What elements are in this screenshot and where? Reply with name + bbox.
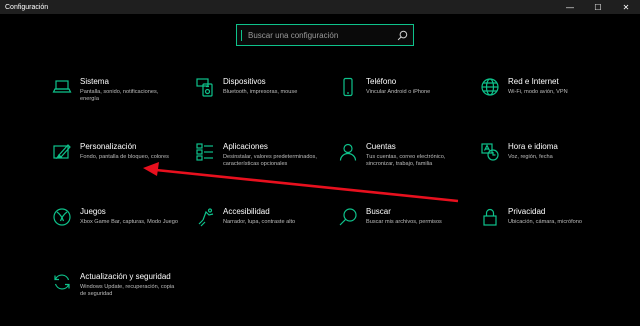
setting-red-e-internet[interactable]: Red e Internet Wi-Fi, modo avión, VPN bbox=[480, 77, 630, 97]
window-controls: — ☐ ✕ bbox=[556, 0, 640, 14]
item-description: Ubicación, cámara, micrófono bbox=[508, 219, 582, 225]
item-description: Bluetooth, impresoras, mouse bbox=[223, 89, 298, 95]
search-icon[interactable] bbox=[391, 25, 413, 45]
item-description: Buscar mis archivos, permisos bbox=[366, 219, 442, 225]
title-bar: Configuración — ☐ ✕ bbox=[0, 0, 640, 14]
item-title: Dispositivos bbox=[223, 77, 266, 86]
devices-icon bbox=[195, 77, 215, 97]
time-language-icon bbox=[480, 142, 500, 162]
item-title: Red e Internet bbox=[508, 77, 559, 86]
item-title: Personalización bbox=[80, 142, 137, 151]
item-title: Accesibilidad bbox=[223, 207, 270, 216]
setting-cuentas[interactable]: Cuentas Tus cuentas, correo electrónico,… bbox=[338, 142, 488, 168]
item-title: Teléfono bbox=[366, 77, 397, 86]
item-title: Actualización y seguridad bbox=[80, 272, 171, 281]
setting-dispositivos[interactable]: Dispositivos Bluetooth, impresoras, mous… bbox=[195, 77, 345, 97]
setting-hora-e-idioma[interactable]: Hora e idioma Voz, región, fecha bbox=[480, 142, 630, 162]
item-description: Fondo, pantalla de bloqueo, colores bbox=[80, 154, 169, 160]
setting-sistema[interactable]: Sistema Pantalla, sonido, notificaciones… bbox=[52, 77, 202, 103]
maximize-button[interactable]: ☐ bbox=[584, 0, 612, 14]
item-description: Windows Update, recuperación, copia de s… bbox=[80, 284, 175, 298]
setting-actualizacion-y-seguridad[interactable]: Actualización y seguridad Windows Update… bbox=[52, 272, 202, 298]
item-description: Desinstalar, valores predeterminados, ca… bbox=[223, 154, 317, 168]
search-input[interactable] bbox=[242, 25, 391, 45]
xbox-icon bbox=[52, 207, 72, 227]
item-description: Wi-Fi, modo avión, VPN bbox=[508, 89, 568, 95]
item-title: Hora e idioma bbox=[508, 142, 558, 151]
paint-icon bbox=[52, 142, 72, 162]
item-description: Narrador, lupa, contraste alto bbox=[223, 219, 296, 225]
item-title: Juegos bbox=[80, 207, 106, 216]
item-description: Pantalla, sonido, notificaciones, energí… bbox=[80, 89, 159, 103]
setting-personalizacion[interactable]: Personalización Fondo, pantalla de bloqu… bbox=[52, 142, 202, 162]
setting-telefono[interactable]: Teléfono Vincular Android o iPhone bbox=[338, 77, 488, 97]
search-box[interactable] bbox=[236, 24, 414, 46]
item-title: Cuentas bbox=[366, 142, 396, 151]
phone-icon bbox=[338, 77, 358, 97]
close-button[interactable]: ✕ bbox=[612, 0, 640, 14]
item-description: Vincular Android o iPhone bbox=[366, 89, 431, 95]
settings-window: Configuración — ☐ ✕ Sistema Pantalla, so… bbox=[0, 0, 640, 326]
lock-icon bbox=[480, 207, 500, 227]
laptop-icon bbox=[52, 77, 72, 97]
item-title: Sistema bbox=[80, 77, 109, 86]
globe-icon bbox=[480, 77, 500, 97]
window-title: Configuración bbox=[5, 3, 49, 11]
search-icon bbox=[338, 207, 358, 227]
item-title: Buscar bbox=[366, 207, 391, 216]
person-icon bbox=[338, 142, 358, 162]
setting-accesibilidad[interactable]: Accesibilidad Narrador, lupa, contraste … bbox=[195, 207, 345, 227]
minimize-button[interactable]: — bbox=[556, 0, 584, 14]
setting-privacidad[interactable]: Privacidad Ubicación, cámara, micrófono bbox=[480, 207, 630, 227]
setting-aplicaciones[interactable]: Aplicaciones Desinstalar, valores predet… bbox=[195, 142, 345, 168]
item-title: Aplicaciones bbox=[223, 142, 268, 151]
item-title: Privacidad bbox=[508, 207, 546, 216]
setting-buscar[interactable]: Buscar Buscar mis archivos, permisos bbox=[338, 207, 488, 227]
apps-icon bbox=[195, 142, 215, 162]
item-description: Xbox Game Bar, capturas, Modo Juego bbox=[80, 219, 178, 225]
item-description: Voz, región, fecha bbox=[508, 154, 553, 160]
item-description: Tus cuentas, correo electrónico, sincron… bbox=[366, 154, 446, 168]
setting-juegos[interactable]: Juegos Xbox Game Bar, capturas, Modo Jue… bbox=[52, 207, 202, 227]
accessibility-icon bbox=[195, 207, 215, 227]
update-icon bbox=[52, 272, 72, 292]
